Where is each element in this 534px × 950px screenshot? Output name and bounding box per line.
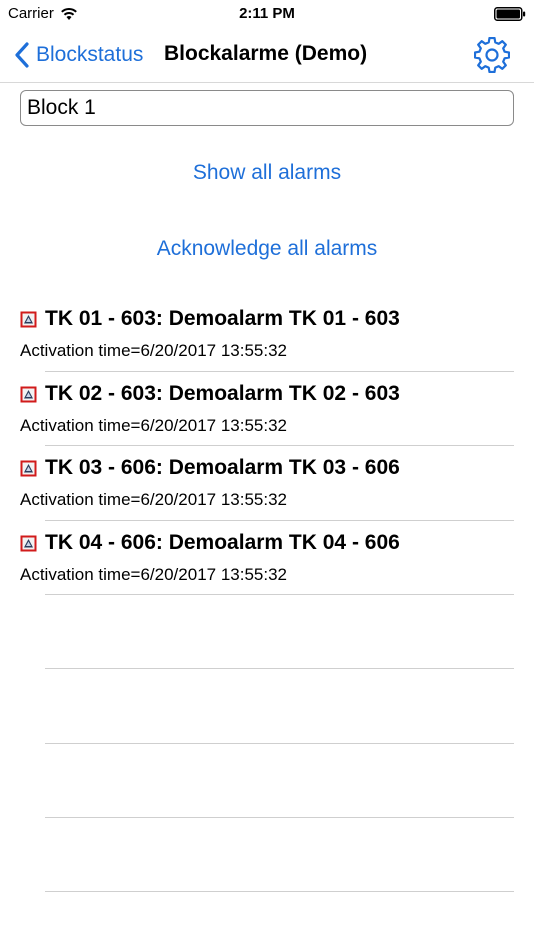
acknowledge-all-alarms-button[interactable]: Acknowledge all alarms [0, 237, 534, 261]
row-separator [45, 371, 514, 372]
alarm-list-item[interactable]: TK 04 - 606: Demoalarm TK 04 - 606 Activ… [0, 527, 534, 601]
navigation-bar: Blockstatus Blockalarme (Demo) [0, 28, 534, 83]
alarm-activation-time: Activation time=6/20/2017 13:55:32 [20, 565, 287, 584]
gear-icon[interactable] [474, 37, 510, 73]
empty-row-separator [45, 891, 514, 892]
alarm-activation-time: Activation time=6/20/2017 13:55:32 [20, 341, 287, 360]
alarm-title: TK 01 - 603: Demoalarm TK 01 - 603 [45, 307, 400, 330]
alarm-list-item[interactable]: TK 01 - 603: Demoalarm TK 01 - 603 Activ… [0, 303, 534, 377]
back-button[interactable]: Blockstatus [14, 40, 143, 70]
alarm-warning-icon [20, 460, 37, 477]
alarm-activation-time: Activation time=6/20/2017 13:55:32 [20, 490, 287, 509]
page-title: Blockalarme (Demo) [164, 42, 368, 65]
show-all-alarms-button[interactable]: Show all alarms [0, 161, 534, 185]
alarm-list-item[interactable]: TK 03 - 606: Demoalarm TK 03 - 606 Activ… [0, 452, 534, 526]
screen: Carrier 2:11 PM Blockstatus Blockalarme … [0, 0, 534, 950]
block-field[interactable] [20, 90, 514, 126]
status-bar: Carrier 2:11 PM [0, 0, 534, 28]
empty-row-separator [45, 817, 514, 818]
row-separator [45, 520, 514, 521]
row-separator [45, 445, 514, 446]
alarm-activation-time: Activation time=6/20/2017 13:55:32 [20, 416, 287, 435]
back-button-label: Blockstatus [36, 43, 144, 66]
alarm-warning-icon [20, 311, 37, 328]
battery-icon [494, 7, 526, 21]
empty-row-separator [45, 668, 514, 669]
alarm-title: TK 04 - 606: Demoalarm TK 04 - 606 [45, 531, 400, 554]
alarm-title: TK 02 - 603: Demoalarm TK 02 - 603 [45, 382, 400, 405]
alarm-list-item[interactable]: TK 02 - 603: Demoalarm TK 02 - 603 Activ… [0, 378, 534, 452]
alarm-warning-icon [20, 386, 37, 403]
alarm-warning-icon [20, 535, 37, 552]
chevron-left-icon [15, 42, 29, 68]
status-time: 2:11 PM [239, 5, 295, 22]
empty-row-separator [45, 743, 514, 744]
row-separator [45, 594, 514, 595]
alarm-title: TK 03 - 606: Demoalarm TK 03 - 606 [45, 456, 400, 479]
